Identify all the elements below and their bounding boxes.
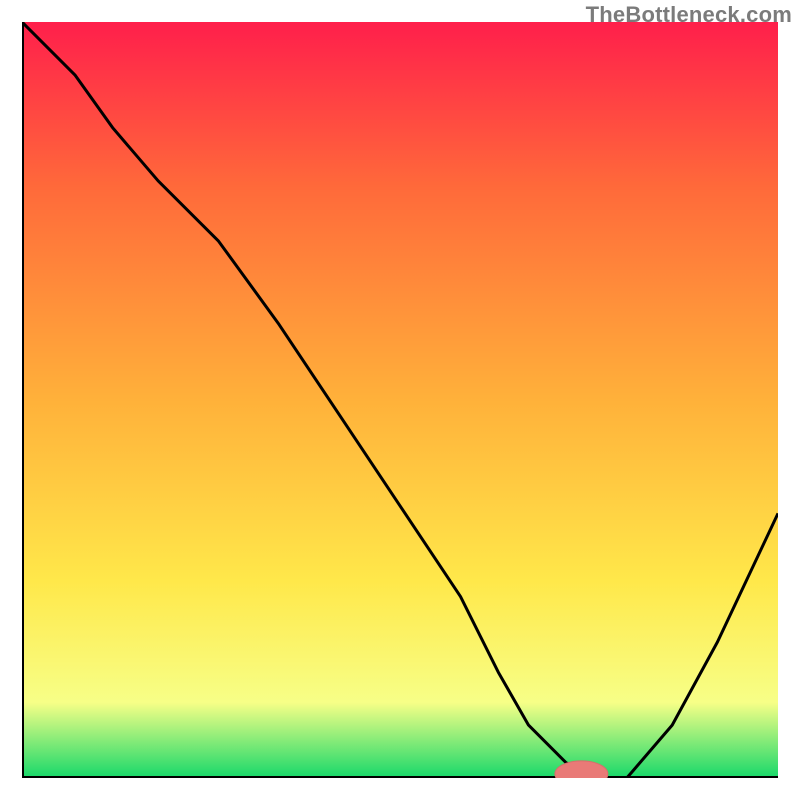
gradient-background (22, 22, 778, 778)
plot-area (22, 22, 778, 778)
chart-svg (22, 22, 778, 778)
chart-frame: TheBottleneck.com (0, 0, 800, 800)
